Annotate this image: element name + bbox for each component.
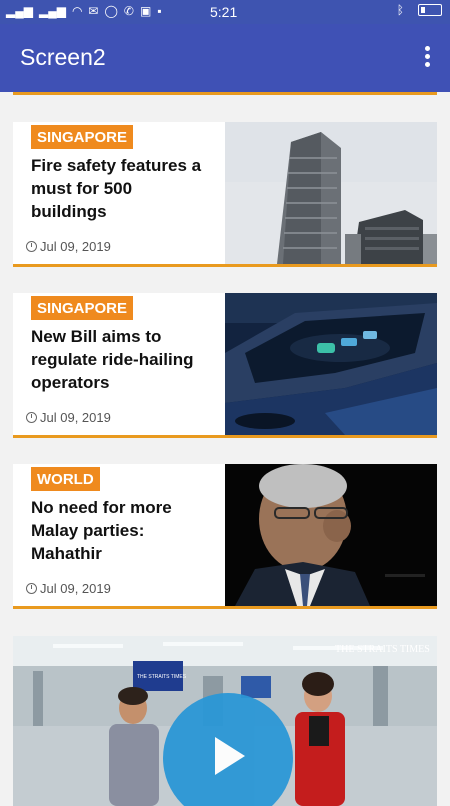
article-headline[interactable]: Fire safety features a must for 500 buil… bbox=[31, 154, 211, 223]
signal-icon-2: ▂▄▆ bbox=[38, 4, 66, 18]
article-card[interactable]: SINGAPORE Fire safety features a must fo… bbox=[13, 122, 437, 267]
category-badge[interactable]: WORLD bbox=[31, 467, 100, 491]
car-photo bbox=[225, 293, 437, 435]
article-headline[interactable]: New Bill aims to regulate ride-hailing o… bbox=[31, 325, 211, 394]
article-headline[interactable]: No need for more Malay parties: Mahathir bbox=[31, 496, 211, 565]
category-badge[interactable]: SINGAPORE bbox=[31, 125, 134, 149]
portrait-photo bbox=[225, 464, 437, 606]
clock-icon bbox=[26, 412, 37, 423]
screen-logo-text: THE STRAITS TIMES bbox=[137, 674, 187, 680]
page-title: Screen2 bbox=[20, 44, 106, 70]
date-text: Jul 09, 2019 bbox=[40, 581, 111, 596]
article-card[interactable]: SINGAPORE New Bill aims to regulate ride… bbox=[13, 293, 437, 438]
date-text: Jul 09, 2019 bbox=[40, 239, 111, 254]
wifi-icon: ◠ bbox=[71, 4, 83, 18]
article-card[interactable]: WORLD No need for more Malay parties: Ma… bbox=[13, 464, 437, 609]
building-photo bbox=[225, 122, 437, 264]
status-icons-left: ▂▄▆ ▂▄▆ ◠ ✉ ◯ ✆ ▣ ▪ bbox=[6, 4, 162, 18]
whatsapp-icon: ◯ bbox=[104, 4, 118, 18]
status-icons-right: ᛒ bbox=[397, 3, 442, 17]
category-badge[interactable]: SINGAPORE bbox=[31, 296, 134, 320]
article-thumbnail[interactable] bbox=[225, 122, 437, 264]
article-date: Jul 09, 2019 bbox=[26, 410, 111, 425]
phone-icon: ✆ bbox=[123, 4, 134, 18]
article-date: Jul 09, 2019 bbox=[26, 239, 111, 254]
date-text: Jul 09, 2019 bbox=[40, 410, 111, 425]
article-date: Jul 09, 2019 bbox=[26, 581, 111, 596]
status-time: 5:21 bbox=[210, 4, 238, 20]
status-bar: ▂▄▆ ▂▄▆ ◠ ✉ ◯ ✆ ▣ ▪ 5:21 ᛒ bbox=[0, 0, 450, 24]
video-card[interactable]: THE STRAITS TIMES THE STRAITS TIMES bbox=[13, 636, 437, 806]
camera-icon: ▣ bbox=[139, 4, 152, 18]
clock-icon bbox=[26, 241, 37, 252]
overflow-menu-icon[interactable] bbox=[422, 46, 432, 70]
clock-icon bbox=[26, 583, 37, 594]
mail-icon: ✉ bbox=[88, 4, 99, 18]
article-thumbnail[interactable] bbox=[225, 464, 437, 606]
app-bar: Screen2 bbox=[0, 24, 450, 92]
top-accent-divider bbox=[13, 92, 437, 95]
bluetooth-icon: ᛒ bbox=[396, 3, 404, 17]
article-thumbnail[interactable] bbox=[225, 293, 437, 435]
video-watermark: THE STRAITS TIMES bbox=[335, 644, 430, 655]
battery-icon bbox=[418, 4, 442, 16]
signal-icon: ▂▄▆ bbox=[6, 4, 33, 18]
facebook-icon: ▪ bbox=[157, 4, 162, 18]
